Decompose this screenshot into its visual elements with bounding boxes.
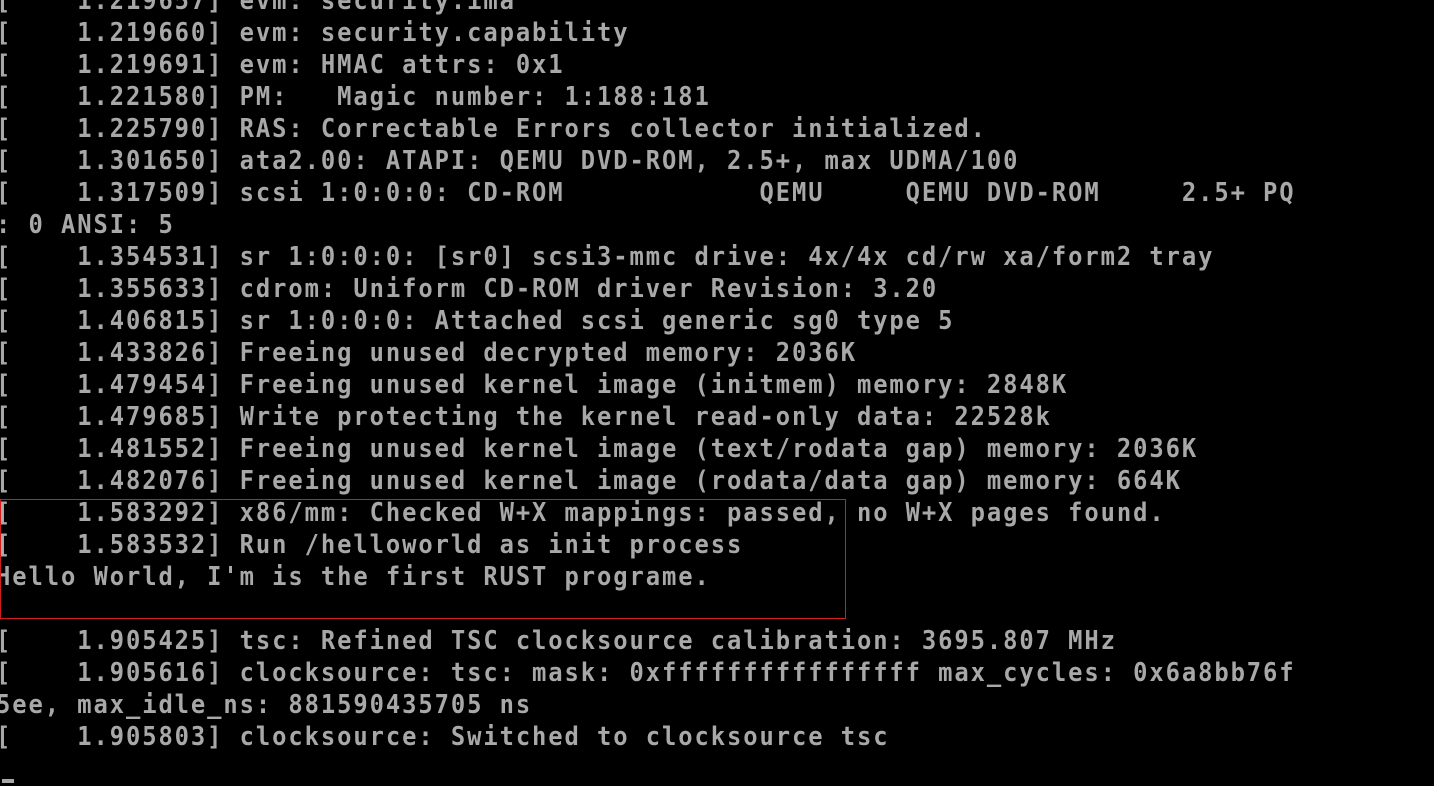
console-line: [ 1.905616] clocksource: tsc: mask: 0xff… <box>0 658 1296 688</box>
console-line: [ 1.905425] tsc: Refined TSC clocksource… <box>0 626 1117 656</box>
console-line: [ 1.225790] RAS: Correctable Errors coll… <box>0 114 987 144</box>
console-line: [ 1.482076] Freeing unused kernel image … <box>0 466 1182 496</box>
console-line: [ 1.219691] evm: HMAC attrs: 0x1 <box>0 50 565 80</box>
hello-world-output: Hello World, I'm is the first RUST progr… <box>0 562 711 592</box>
console-line: [ 1.583532] Run /helloworld as init proc… <box>0 530 744 560</box>
console-line: [ 1.301650] ata2.00: ATAPI: QEMU DVD-ROM… <box>0 146 1020 176</box>
console-line: [ 1.479685] Write protecting the kernel … <box>0 402 1052 432</box>
console-line: [ 1.479454] Freeing unused kernel image … <box>0 370 1069 400</box>
console-line: [ 1.354531] sr 1:0:0:0: [sr0] scsi3-mmc … <box>0 242 1215 272</box>
console-line: [ 1.406815] sr 1:0:0:0: Attached scsi ge… <box>0 306 955 336</box>
console-line: [ 1.219657] evm: security.ima <box>0 0 516 16</box>
console-line: [ 1.905803] clocksource: Switched to clo… <box>0 722 890 752</box>
console-line: 5ee, max_idle_ns: 881590435705 ns <box>0 690 533 720</box>
console-line: : 0 ANSI: 5 <box>0 210 175 240</box>
terminal-console[interactable]: [ 1.219657] evm: security.ima [ 1.219660… <box>0 0 1434 786</box>
console-line: [ 1.219660] evm: security.capability <box>0 18 630 48</box>
console-line: [ 1.583292] x86/mm: Checked W+X mappings… <box>0 498 1166 528</box>
console-line: [ 1.433826] Freeing unused decrypted mem… <box>0 338 857 368</box>
console-line: [ 1.355633] cdrom: Uniform CD-ROM driver… <box>0 274 939 304</box>
console-line: [ 1.317509] scsi 1:0:0:0: CD-ROM QEMU QE… <box>0 178 1296 208</box>
console-line: [ 1.221580] PM: Magic number: 1:188:181 <box>0 82 711 112</box>
text-cursor <box>2 779 14 783</box>
console-line: [ 1.481552] Freeing unused kernel image … <box>0 434 1199 464</box>
